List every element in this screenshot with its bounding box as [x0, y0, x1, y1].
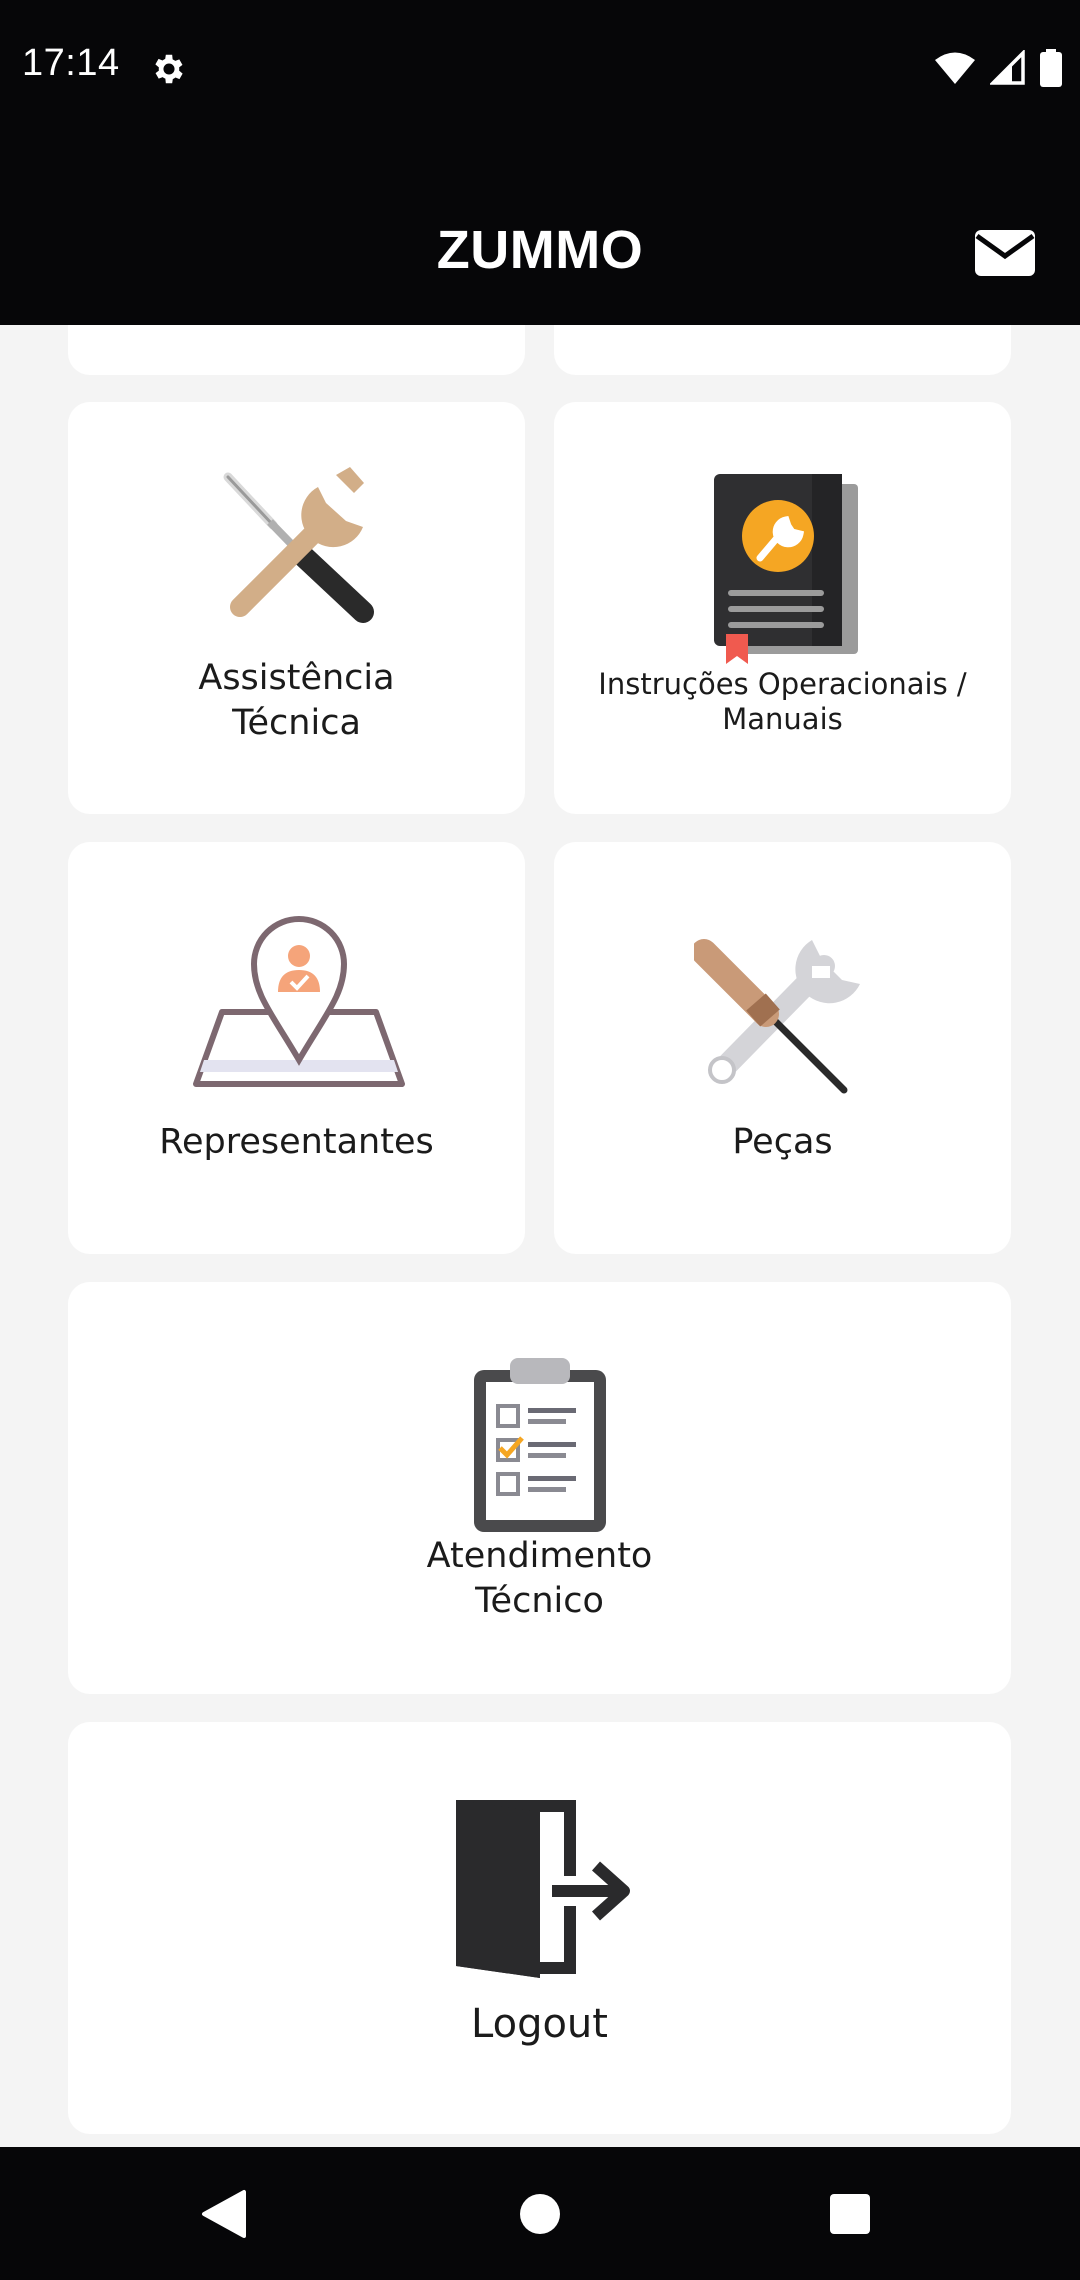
menu-card-partial-left[interactable]	[68, 325, 525, 375]
mail-icon[interactable]	[975, 230, 1035, 276]
menu-label-logout: Logout	[471, 2001, 608, 2047]
menu-scroll-area[interactable]: Assistência Técnica Instruções Operacion…	[0, 325, 1080, 2147]
status-icons	[934, 48, 1062, 88]
status-bar: 17:14	[0, 0, 1080, 135]
map-pin-person-icon	[193, 916, 405, 1087]
manual-book-icon	[714, 474, 858, 664]
menu-card-logout[interactable]: Logout	[68, 1722, 1011, 2134]
status-time: 17:14	[22, 42, 120, 84]
tools-icon	[223, 467, 374, 623]
menu-label-pecas: Peças	[732, 1122, 833, 1162]
logout-door-icon	[456, 1800, 630, 1978]
menu-label-atendimento-tecnico: Atendimento Técnico	[426, 1536, 653, 1621]
menu-card-instrucoes-manuais[interactable]: Instruções Operacionais / Manuais	[554, 402, 1011, 814]
navigation-bar	[0, 2147, 1080, 2280]
battery-icon	[1040, 49, 1062, 87]
menu-card-assistencia-tecnica[interactable]: Assistência Técnica	[68, 402, 525, 814]
menu-card-partial-right[interactable]	[554, 325, 1011, 375]
menu-label-representantes: Representantes	[159, 1122, 434, 1162]
menu-label-instrucoes-manuais: Instruções Operacionais / Manuais	[598, 667, 967, 736]
menu-card-atendimento-tecnico[interactable]: Atendimento Técnico	[68, 1282, 1011, 1694]
gear-icon	[155, 54, 183, 84]
back-icon[interactable]	[184, 2177, 264, 2251]
menu-label-assistencia-tecnica: Assistência Técnica	[198, 658, 395, 743]
wifi-icon	[935, 52, 975, 84]
recents-icon[interactable]	[810, 2177, 890, 2251]
clipboard-checklist-icon	[474, 1358, 606, 1532]
app-bar: ZUMMO	[0, 135, 1080, 325]
home-icon[interactable]	[500, 2177, 580, 2251]
signal-icon	[990, 50, 1025, 85]
menu-card-pecas[interactable]: Peças	[554, 842, 1011, 1254]
menu-card-representantes[interactable]: Representantes	[68, 842, 525, 1254]
screwdriver-wrench-icon	[694, 939, 860, 1094]
app-title: ZUMMO	[436, 220, 644, 280]
